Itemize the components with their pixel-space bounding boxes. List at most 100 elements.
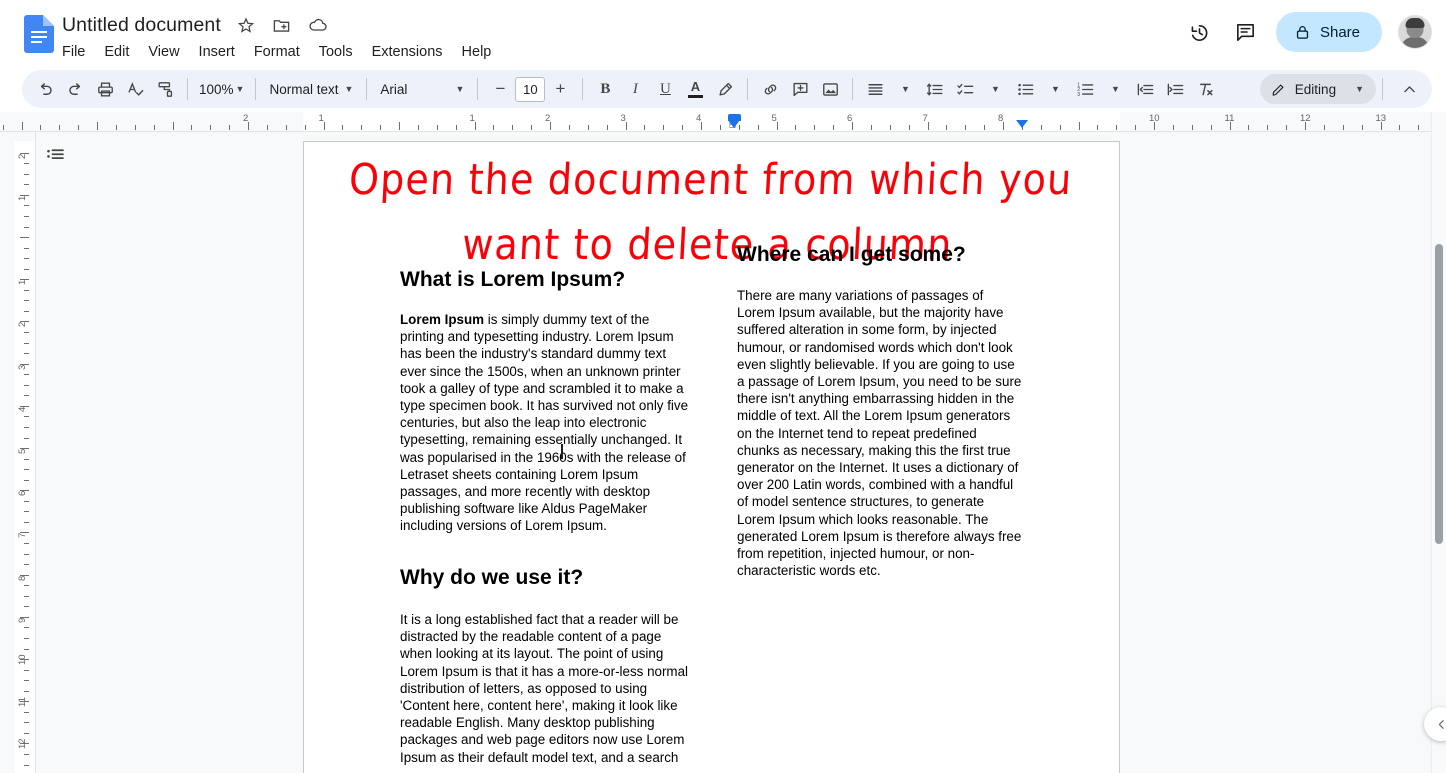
menu-help[interactable]: Help xyxy=(454,42,500,62)
decrease-indent-icon[interactable] xyxy=(1130,74,1160,104)
menu-file[interactable]: File xyxy=(54,42,93,62)
heading-where-can-i-get-some: Where can I get some? xyxy=(737,243,966,266)
chevron-down-icon: ▼ xyxy=(344,83,354,94)
paragraph-body: is simply dummy text of the printing and… xyxy=(400,312,689,534)
numbered-list-icon[interactable]: 1 2 3 xyxy=(1070,74,1100,104)
print-icon[interactable] xyxy=(90,74,120,104)
checklist-dropdown[interactable]: ▼ xyxy=(980,74,1010,104)
undo-icon[interactable] xyxy=(30,74,60,104)
toolbar-wrapper: 100% ▼ Normal text ▼ Arial ▼ − 10 + B I … xyxy=(0,66,1446,112)
clear-formatting-icon[interactable] xyxy=(1190,74,1220,104)
menu-bar: File Edit View Insert Format Tools Exten… xyxy=(54,42,499,62)
decrease-font-size-button[interactable]: − xyxy=(485,74,515,104)
increase-indent-icon[interactable] xyxy=(1160,74,1190,104)
insert-image-icon[interactable] xyxy=(815,74,845,104)
menu-edit[interactable]: Edit xyxy=(96,42,137,62)
share-button-label: Share xyxy=(1319,23,1360,41)
font-family-selector[interactable]: Arial ▼ xyxy=(374,74,470,104)
ruler-number: 4 xyxy=(17,406,28,412)
underline-button[interactable]: U xyxy=(650,74,680,104)
document-columns: What is Lorem Ipsum? Lorem Ipsum is simp… xyxy=(304,142,1121,773)
vertical-ruler[interactable]: 2 1 1 2 3 4 5 6 7 8 9 10 11 12 xyxy=(14,132,36,773)
ruler-number: 12 xyxy=(17,738,28,750)
ruler-number: 4 xyxy=(696,113,702,124)
increase-font-size-button[interactable]: + xyxy=(545,74,575,104)
google-docs-logo[interactable] xyxy=(24,15,54,53)
menu-view[interactable]: View xyxy=(140,42,187,62)
paint-format-icon[interactable] xyxy=(150,74,180,104)
font-size-input[interactable]: 10 xyxy=(515,76,546,102)
spellcheck-icon[interactable] xyxy=(120,74,150,104)
vertical-scrollbar-thumb[interactable] xyxy=(1435,244,1443,544)
heading-what-is-lorem-ipsum: What is Lorem Ipsum? xyxy=(400,268,626,291)
version-history-icon[interactable] xyxy=(1180,12,1220,52)
avatar[interactable] xyxy=(1398,15,1432,49)
page-title[interactable]: Untitled document xyxy=(62,14,221,37)
text-color-label: A xyxy=(690,79,701,94)
text-cursor xyxy=(561,444,563,459)
line-spacing-icon[interactable] xyxy=(920,74,950,104)
text-color-swatch xyxy=(687,94,703,98)
insert-link-icon[interactable] xyxy=(755,74,785,104)
font-family-value: Arial xyxy=(380,81,408,97)
ruler-number: 8 xyxy=(998,113,1004,124)
ruler-number: 6 xyxy=(847,113,853,124)
chevron-down-icon: ▼ xyxy=(235,83,245,94)
menu-insert[interactable]: Insert xyxy=(191,42,243,62)
ruler-number: 3 xyxy=(620,113,626,124)
text-align-dropdown[interactable]: ▼ xyxy=(890,74,920,104)
right-indent-marker[interactable] xyxy=(1016,120,1028,128)
bulleted-list-dropdown[interactable]: ▼ xyxy=(1040,74,1070,104)
paragraph-lead-bold: Lorem Ipsum xyxy=(400,312,485,327)
ruler-number: 1 xyxy=(17,195,28,201)
top-bar-actions: Share xyxy=(1180,12,1432,52)
document-outline-icon[interactable] xyxy=(40,140,70,170)
redo-icon[interactable] xyxy=(60,74,90,104)
ruler-number: 9 xyxy=(17,617,28,623)
paragraph-where-can-i-get-some: There are many variations of passages of… xyxy=(737,288,1022,579)
ruler-number: 5 xyxy=(17,448,28,454)
ruler-number: 5 xyxy=(771,113,777,124)
ruler-number: 10 xyxy=(1149,113,1160,124)
lock-icon xyxy=(1294,24,1311,41)
move-to-folder-icon[interactable] xyxy=(271,14,293,36)
pencil-icon xyxy=(1271,82,1286,97)
paragraph-style-selector[interactable]: Normal text ▼ xyxy=(263,74,359,104)
document-canvas: 2 1 1 2 3 4 5 6 7 8 10 11 12 13 2 1 1 2 3 4 5 6 7 8 9 10 11 12 Ope… xyxy=(0,112,1446,773)
add-comment-icon[interactable] xyxy=(785,74,815,104)
italic-button[interactable]: I xyxy=(620,74,650,104)
heading-why-do-we-use-it: Why do we use it? xyxy=(400,566,584,589)
zoom-selector[interactable]: 100% ▼ xyxy=(195,74,248,104)
star-icon[interactable] xyxy=(235,14,257,36)
menu-format[interactable]: Format xyxy=(246,42,308,62)
horizontal-ruler[interactable]: 2 1 1 2 3 4 5 6 7 8 10 11 12 13 xyxy=(0,112,1446,132)
text-align-icon[interactable] xyxy=(860,74,890,104)
ruler-number: 13 xyxy=(1375,113,1387,124)
left-indent-marker[interactable] xyxy=(728,120,740,128)
share-button[interactable]: Share xyxy=(1275,12,1382,52)
ruler-number: 7 xyxy=(922,113,928,124)
menu-extensions[interactable]: Extensions xyxy=(364,42,451,62)
editing-mode-label: Editing xyxy=(1294,81,1337,97)
bold-button[interactable]: B xyxy=(590,74,620,104)
ruler-number: 11 xyxy=(17,697,28,708)
document-page[interactable]: Open the document from which you want to… xyxy=(303,141,1120,773)
ruler-number: 1 xyxy=(318,113,324,124)
cloud-saved-icon[interactable] xyxy=(307,14,329,36)
highlight-pen-icon[interactable] xyxy=(710,74,740,104)
ruler-number: 7 xyxy=(17,533,28,539)
ruler-number: 2 xyxy=(17,322,28,328)
text-color-button[interactable]: A xyxy=(680,74,710,104)
comment-history-icon[interactable] xyxy=(1226,12,1266,52)
ruler-number: 1 xyxy=(17,279,28,286)
menu-tools[interactable]: Tools xyxy=(311,42,361,62)
numbered-list-dropdown[interactable]: ▼ xyxy=(1100,74,1130,104)
chevron-up-icon[interactable] xyxy=(1394,74,1424,104)
ruler-number: 11 xyxy=(1224,113,1235,124)
checklist-icon[interactable] xyxy=(950,74,980,104)
bulleted-list-icon[interactable] xyxy=(1010,74,1040,104)
vertical-scrollbar[interactable] xyxy=(1431,112,1446,773)
ruler-number: 8 xyxy=(17,575,28,581)
ruler-number: 1 xyxy=(469,113,475,124)
editing-mode-selector[interactable]: Editing ▼ xyxy=(1259,74,1376,104)
